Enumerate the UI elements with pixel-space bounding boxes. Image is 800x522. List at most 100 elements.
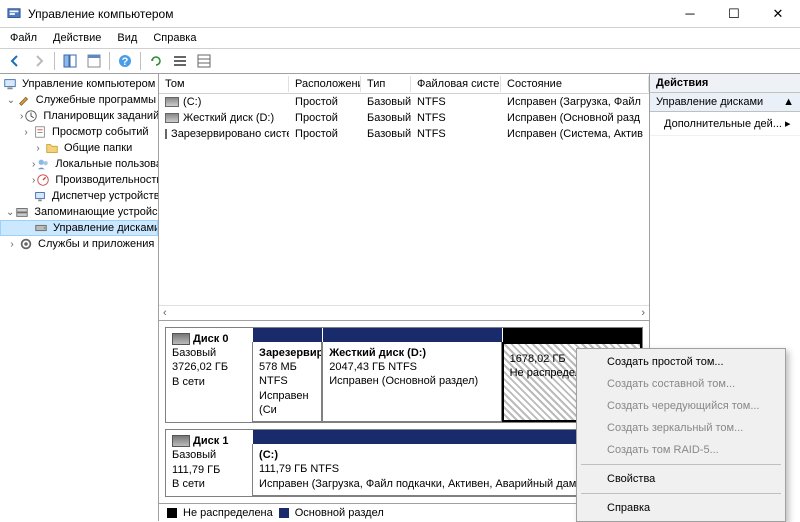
menu-view[interactable]: Вид (109, 30, 145, 46)
volume-type: Базовый (361, 96, 411, 108)
volume-row[interactable]: Жесткий диск (D:) Простой Базовый NTFS И… (159, 110, 649, 126)
volume-row[interactable]: (C:) Простой Базовый NTFS Исправен (Загр… (159, 94, 649, 110)
app-icon (6, 6, 22, 22)
cm-properties[interactable]: Свойства (579, 468, 783, 490)
maximize-button[interactable]: ☐ (712, 0, 756, 28)
actions-section[interactable]: Управление дисками▲ (650, 93, 800, 112)
forward-button[interactable] (28, 50, 50, 72)
close-button[interactable]: ✕ (756, 0, 800, 28)
cm-create-mirrored-volume[interactable]: Создать зеркальный том... (579, 417, 783, 439)
computer-icon (2, 76, 18, 92)
tree-label: Управление компьютером (л (22, 78, 158, 90)
disk-state: В сети (172, 375, 246, 389)
cm-create-raid5-volume[interactable]: Создать том RAID-5... (579, 439, 783, 461)
volume-list-header: Том Расположение Тип Файловая система Со… (159, 74, 649, 94)
menu-help[interactable]: Справка (145, 30, 204, 46)
menu-separator (581, 464, 781, 465)
disk-state: В сети (172, 477, 246, 491)
disk-1-info: Диск 1 Базовый 111,79 ГБ В сети (166, 430, 252, 496)
back-button[interactable] (4, 50, 26, 72)
cm-create-simple-volume[interactable]: Создать простой том... (579, 351, 783, 373)
disk-0-info: Диск 0 Базовый 3726,02 ГБ В сети (166, 328, 252, 422)
partition-status: Исправен (Си (259, 389, 315, 418)
window-controls: ─ ☐ ✕ (668, 0, 800, 28)
volume-type: Базовый (361, 128, 411, 140)
volume-name: (C:) (183, 96, 201, 108)
disk-size: 3726,02 ГБ (172, 360, 246, 374)
tree-disk-management[interactable]: Управление дисками (0, 220, 158, 236)
tree-label: Службы и приложения (38, 238, 154, 250)
cm-create-striped-volume[interactable]: Создать чередующийся том... (579, 395, 783, 417)
view-list-button[interactable] (169, 50, 191, 72)
tree-event-viewer[interactable]: ›Просмотр событий (0, 124, 158, 140)
menu-file[interactable]: Файл (2, 30, 45, 46)
tree-task-scheduler[interactable]: ›Планировщик заданий (0, 108, 158, 124)
partition-d[interactable]: Жесткий диск (D:) 2047,43 ГБ NTFS Исправ… (322, 342, 501, 422)
col-volume[interactable]: Том (159, 76, 289, 92)
tree-system-tools[interactable]: ⌄Служебные программы (0, 92, 158, 108)
toolbar: ? (0, 48, 800, 74)
svg-text:?: ? (122, 56, 129, 68)
legend-primary: Основной раздел (295, 507, 384, 519)
show-hide-tree-button[interactable] (59, 50, 81, 72)
storage-icon (14, 204, 30, 220)
refresh-button[interactable] (145, 50, 167, 72)
tree-pane[interactable]: Управление компьютером (л ⌄Служебные про… (0, 74, 159, 521)
context-menu: Создать простой том... Создать составной… (576, 348, 786, 522)
actions-more-label: Дополнительные дей... (664, 118, 782, 130)
partition-size: 2047,43 ГБ NTFS (329, 360, 494, 374)
volume-type: Базовый (361, 112, 411, 124)
help-button[interactable]: ? (114, 50, 136, 72)
tree-label: Общие папки (64, 142, 132, 154)
services-icon (18, 236, 34, 252)
tree-services[interactable]: ›Службы и приложения (0, 236, 158, 252)
menu-action[interactable]: Действие (45, 30, 109, 46)
clock-icon (23, 108, 39, 124)
tree-label: Управление дисками (53, 222, 158, 234)
volume-icon (165, 129, 167, 139)
partition-reserved[interactable]: Зарезервиро 578 МБ NTFS Исправен (Си (252, 342, 322, 422)
volume-layout: Простой (289, 112, 361, 124)
col-layout[interactable]: Расположение (289, 76, 361, 92)
performance-icon (35, 172, 51, 188)
properties-button[interactable] (83, 50, 105, 72)
disk-icon (172, 333, 190, 345)
partition-name: Зарезервиро (259, 346, 315, 360)
col-fs[interactable]: Файловая система (411, 76, 501, 92)
event-icon (32, 124, 48, 140)
view-detail-button[interactable] (193, 50, 215, 72)
actions-more[interactable]: Дополнительные дей... ▸ (650, 112, 800, 136)
cm-create-spanned-volume[interactable]: Создать составной том... (579, 373, 783, 395)
tree-shared-folders[interactable]: ›Общие папки (0, 140, 158, 156)
partition-size: 578 МБ NTFS (259, 360, 315, 389)
disk-mgmt-icon (33, 220, 49, 236)
tree-label: Планировщик заданий (43, 110, 158, 122)
volume-row[interactable]: Зарезервировано системой Простой Базовый… (159, 126, 649, 142)
disk-0-row[interactable]: Диск 0 Базовый 3726,02 ГБ В сети Зарезер… (165, 327, 643, 423)
tree-device-manager[interactable]: Диспетчер устройств (0, 188, 158, 204)
tools-icon (16, 92, 32, 108)
disk-icon (172, 435, 190, 447)
col-type[interactable]: Тип (361, 76, 411, 92)
tree-storage[interactable]: ⌄Запоминающие устройс (0, 204, 158, 220)
tree-label: Диспетчер устройств (52, 190, 158, 202)
tree-label: Локальные пользоват (55, 158, 158, 170)
collapse-icon: ▲ (783, 96, 794, 108)
tree-performance[interactable]: ›Производительность (0, 172, 158, 188)
tree-local-users[interactable]: ›Локальные пользоват (0, 156, 158, 172)
minimize-button[interactable]: ─ (668, 0, 712, 28)
partition-bar (502, 328, 642, 342)
horizontal-scroll[interactable]: ‹› (159, 305, 649, 321)
col-status[interactable]: Состояние (501, 76, 649, 92)
legend-swatch-unallocated (167, 508, 177, 518)
cm-help[interactable]: Справка (579, 497, 783, 519)
tree-label: Просмотр событий (52, 126, 149, 138)
legend-unallocated: Не распределена (183, 507, 273, 519)
tree-root[interactable]: Управление компьютером (л (0, 76, 158, 92)
volume-list[interactable]: (C:) Простой Базовый NTFS Исправен (Загр… (159, 94, 649, 305)
disk-type: Базовый (172, 448, 246, 462)
volume-status: Исправен (Загрузка, Файл (501, 96, 649, 108)
disk-1-row[interactable]: Диск 1 Базовый 111,79 ГБ В сети (C:) 111… (165, 429, 643, 497)
window-title: Управление компьютером (28, 7, 668, 21)
volume-name: Зарезервировано системой (171, 128, 289, 140)
